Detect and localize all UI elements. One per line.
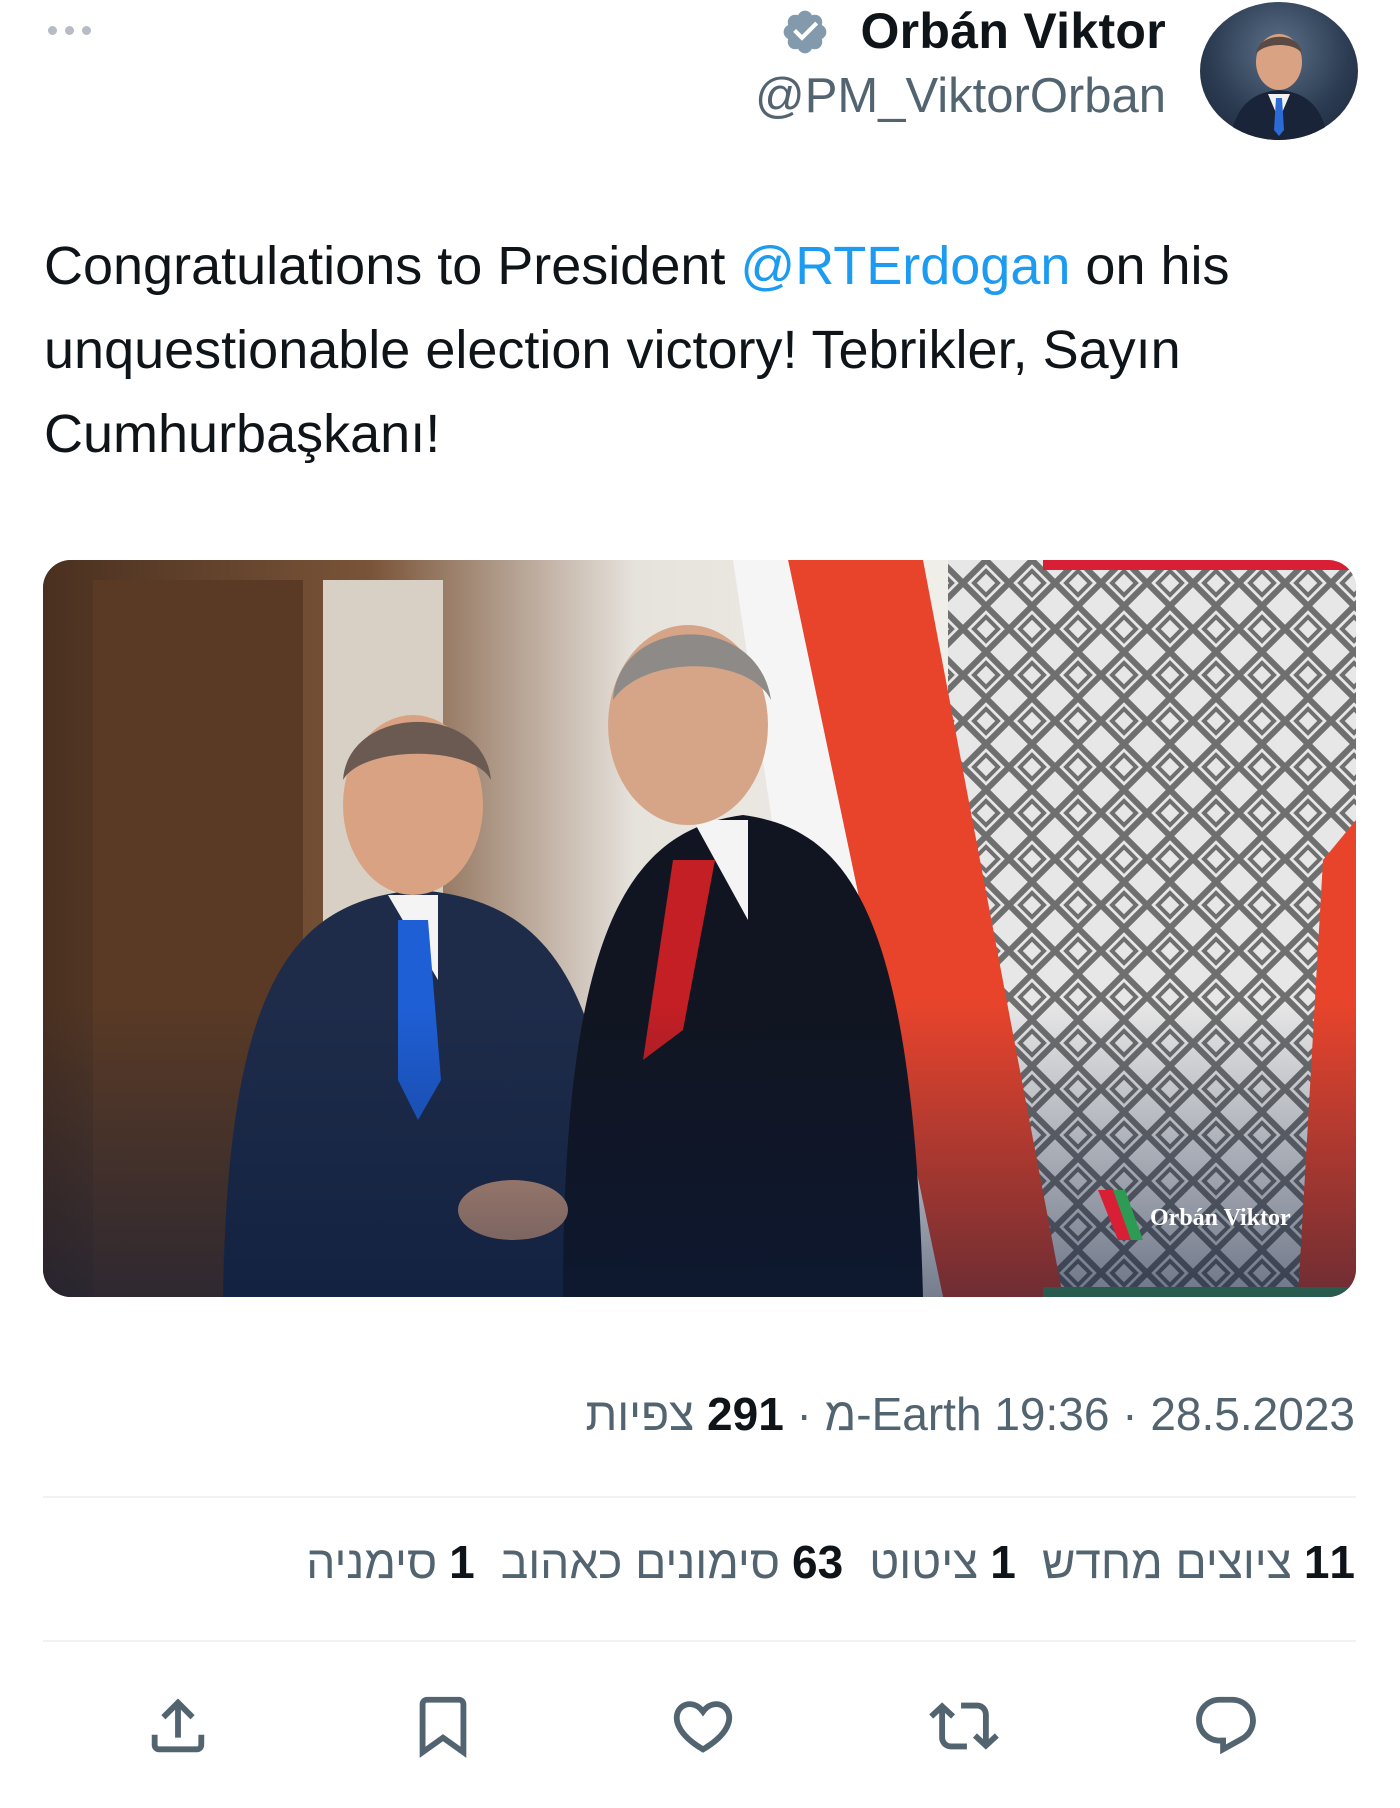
more-options-icon[interactable] (48, 22, 104, 38)
retweets-stat[interactable]: 11ציוצים מחדש (1042, 1535, 1355, 1589)
likes-label: סימונים כאהוב (500, 1536, 781, 1588)
mention-link[interactable]: @RTErdogan (740, 236, 1070, 296)
tweet-text: Congratulations to President @RTErdogan … (44, 224, 1374, 476)
avatar[interactable] (1200, 2, 1358, 140)
likes-stat[interactable]: 63סימונים כאהוב (501, 1535, 843, 1589)
tweet-date: 28.5.2023 (1150, 1388, 1355, 1440)
views-label: צפיות (585, 1388, 695, 1440)
bookmarks-stat[interactable]: 1סימניה (306, 1535, 474, 1589)
bookmark-icon (419, 1696, 467, 1758)
engagement-stats: 11ציוצים מחדש 1ציטוט 63סימונים כאהוב 1סי… (306, 1535, 1355, 1589)
quotes-label: ציטוט (869, 1536, 979, 1588)
retweets-label: ציוצים מחדש (1041, 1536, 1292, 1588)
tweet-photo[interactable]: Orbán Viktor (43, 560, 1356, 1297)
divider (43, 1640, 1356, 1642)
retweet-icon (929, 1702, 999, 1750)
meta-separator: · (783, 1388, 812, 1440)
share-button[interactable] (132, 1680, 224, 1772)
photo-watermark: Orbán Viktor (1150, 1205, 1291, 1231)
retweets-count: 11 (1303, 1536, 1355, 1588)
quotes-stat[interactable]: 1ציטוט (869, 1535, 1016, 1589)
heart-icon (673, 1701, 733, 1753)
likes-count: 63 (792, 1536, 844, 1588)
divider (43, 1496, 1356, 1498)
bookmarks-label: סימניה (306, 1536, 438, 1588)
reply-icon (1196, 1696, 1256, 1755)
photo-scene (43, 560, 1356, 1297)
share-icon (151, 1698, 205, 1753)
bookmark-button[interactable] (397, 1680, 489, 1772)
retweet-button[interactable] (918, 1680, 1010, 1772)
bookmarks-count: 1 (449, 1536, 475, 1588)
tweet-text-before: Congratulations to President (44, 236, 741, 296)
quotes-count: 1 (990, 1536, 1016, 1588)
reply-button[interactable] (1180, 1680, 1272, 1772)
like-button[interactable] (657, 1680, 749, 1772)
tweet-meta: 28.5.2023 · 19:36 Earth-מ · 291 צפיות (585, 1387, 1355, 1441)
meta-separator: · (1109, 1388, 1138, 1440)
tweet-source: Earth-מ (824, 1388, 982, 1440)
views-count: 291 (707, 1388, 784, 1440)
author-display-name[interactable]: Orbán Viktor (860, 2, 1166, 60)
tweet-time: 19:36 (994, 1388, 1110, 1440)
author-handle[interactable]: @PM_ViktorOrban (755, 68, 1166, 124)
avatar-portrait (1230, 34, 1328, 140)
verified-badge-icon (783, 10, 827, 54)
